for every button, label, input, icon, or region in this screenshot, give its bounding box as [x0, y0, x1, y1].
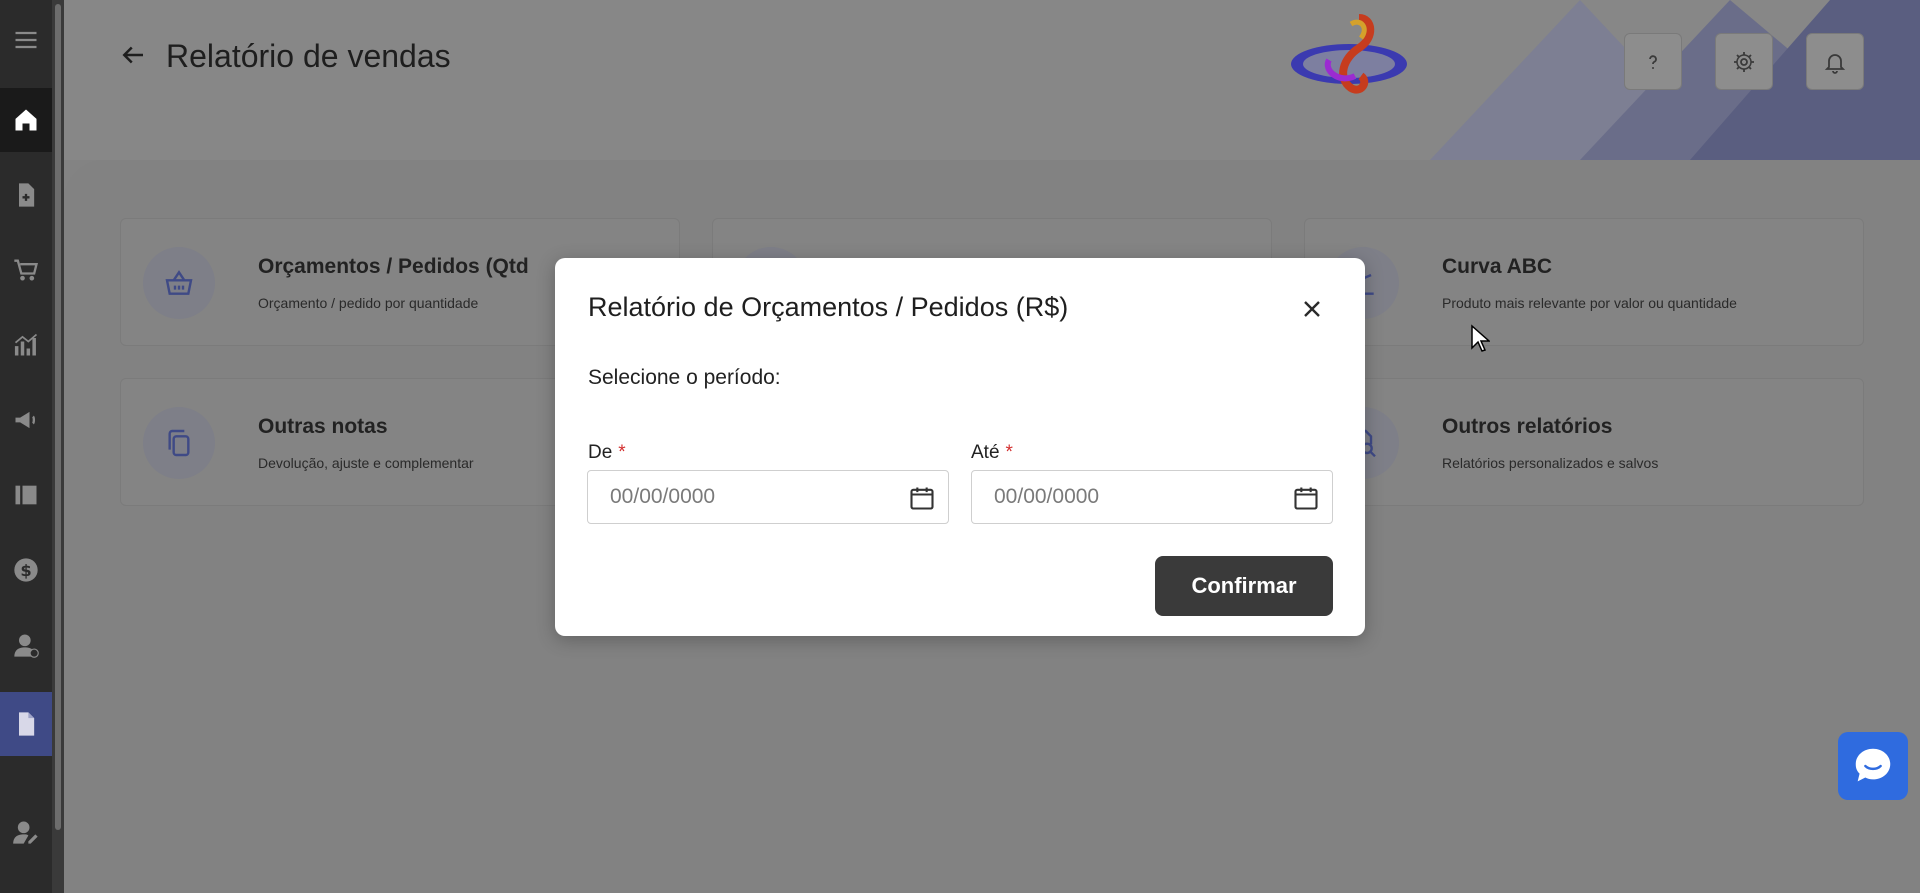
calendar-icon[interactable] — [1292, 484, 1320, 512]
card-title: Curva ABC — [1442, 255, 1553, 278]
user-settings-icon — [13, 821, 38, 844]
sidebar-item-documents[interactable] — [0, 163, 52, 227]
gear-icon — [1734, 51, 1754, 72]
card-title: Outras notas — [258, 415, 388, 438]
card-subtitle: Produto mais relevante por valor ou quan… — [1442, 295, 1737, 311]
user-money-icon — [14, 634, 39, 658]
sidebar-item-home[interactable] — [0, 88, 52, 152]
confirm-button[interactable]: Confirmar — [1155, 556, 1333, 616]
card-subtitle: Orçamento / pedido por quantidade — [258, 295, 479, 311]
calendar-icon[interactable] — [908, 484, 936, 512]
required-mark: * — [1005, 442, 1013, 463]
mouse-cursor-icon — [1471, 324, 1490, 352]
help-button[interactable] — [1624, 33, 1682, 90]
sidebar: $ — [0, 0, 52, 893]
help-icon — [1649, 54, 1657, 69]
notifications-button[interactable] — [1806, 33, 1864, 90]
report-card-curve-abc[interactable]: Curva ABC Produto mais relevante por val… — [1304, 218, 1864, 346]
copy-icon — [168, 429, 190, 457]
required-mark: * — [618, 442, 626, 463]
topbar: Relatório de vendas — [64, 0, 1920, 160]
home-icon — [15, 109, 37, 131]
chat-widget-button[interactable] — [1838, 732, 1908, 800]
report-period-dialog: Relatório de Orçamentos / Pedidos (R$) S… — [555, 258, 1365, 636]
books-icon — [15, 485, 37, 505]
sidebar-scrollbar[interactable] — [52, 0, 64, 893]
bell-icon — [1824, 53, 1846, 74]
document-add-icon — [19, 183, 35, 207]
sidebar-item-catalog[interactable] — [0, 463, 52, 527]
sidebar-item-payments[interactable]: $ — [0, 538, 52, 602]
report-icon — [19, 712, 35, 736]
from-date-input[interactable] — [610, 483, 880, 511]
chart-icon — [14, 333, 38, 356]
page-header: Relatório de vendas — [118, 38, 451, 75]
sidebar-item-reports[interactable] — [0, 692, 52, 756]
dollar-icon: $ — [14, 558, 38, 582]
close-icon — [1304, 301, 1320, 317]
from-date-field[interactable] — [587, 470, 949, 524]
scrollbar-thumb[interactable] — [55, 4, 61, 830]
dialog-close-button[interactable] — [1297, 294, 1327, 324]
card-icon-wrap — [143, 407, 215, 479]
report-card-other-reports[interactable]: Outros relatórios Relatórios personaliza… — [1304, 378, 1864, 506]
to-label-text: Até — [971, 442, 1000, 463]
svg-text:$: $ — [20, 561, 31, 580]
sidebar-item-finance-chart[interactable] — [0, 313, 52, 377]
megaphone-icon — [15, 411, 36, 429]
card-title: Outros relatórios — [1442, 415, 1613, 438]
card-title: Orçamentos / Pedidos (Qtd — [258, 255, 529, 278]
chat-bubble-icon — [1855, 748, 1891, 782]
sidebar-item-marketing[interactable] — [0, 388, 52, 452]
sidebar-menu-toggle[interactable] — [0, 10, 52, 70]
card-subtitle: Devolução, ajuste e complementar — [258, 455, 474, 471]
settings-button[interactable] — [1715, 33, 1773, 90]
to-date-label: Até * — [971, 442, 1013, 464]
cart-icon — [14, 259, 38, 281]
from-date-label: De * — [588, 442, 626, 464]
dialog-subtitle: Selecione o período: — [588, 366, 781, 389]
dialog-title: Relatório de Orçamentos / Pedidos (R$) — [588, 292, 1069, 322]
to-date-input[interactable] — [994, 483, 1264, 511]
sidebar-item-user-settings[interactable] — [0, 800, 52, 864]
from-label-text: De — [588, 442, 613, 463]
card-subtitle: Relatórios personalizados e salvos — [1442, 455, 1659, 471]
sidebar-item-customers[interactable] — [0, 613, 52, 677]
back-arrow-icon[interactable] — [118, 40, 148, 74]
basket-icon — [165, 270, 193, 295]
sidebar-item-cart[interactable] — [0, 238, 52, 302]
menu-icon — [15, 31, 37, 49]
to-date-field[interactable] — [971, 470, 1333, 524]
card-icon-wrap — [143, 247, 215, 319]
brand-logo — [1291, 14, 1407, 94]
page-title: Relatório de vendas — [166, 38, 451, 74]
